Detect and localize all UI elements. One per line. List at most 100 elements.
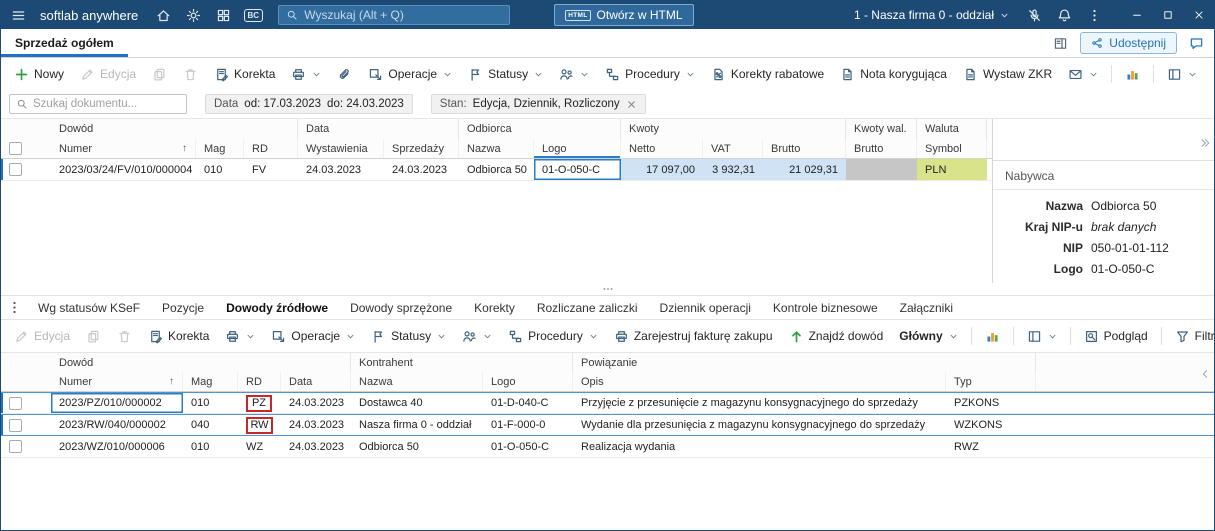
tabs-menu-button[interactable] (1, 296, 27, 319)
korekty-rabatowe-button[interactable]: Korekty rabatowe (704, 62, 831, 86)
cell-data[interactable]: 24.03.2023 (281, 415, 351, 435)
cell-typ[interactable]: RWZ (946, 436, 1036, 457)
cell-rd[interactable]: WZ (238, 436, 281, 457)
cell-opis[interactable]: Realizacja wydania (573, 436, 946, 457)
cell-data[interactable]: 24.03.2023 (281, 436, 351, 457)
layout-button[interactable] (1020, 324, 1064, 348)
mic-button[interactable] (1019, 1, 1049, 29)
col-vat[interactable]: VAT (703, 139, 763, 158)
group-waluta[interactable]: Waluta (917, 119, 987, 139)
col-symbol[interactable]: Symbol (917, 139, 987, 158)
col-nazwa[interactable]: Nazwa (459, 139, 534, 158)
attach-button[interactable] (330, 62, 359, 86)
copy-button[interactable] (79, 324, 108, 348)
col-mag[interactable]: Mag (196, 139, 244, 158)
cell-nazwa[interactable]: Dostawca 40 (351, 393, 483, 413)
cell-vat[interactable]: 3 932,31 (703, 159, 763, 180)
col-typ[interactable]: Typ (946, 372, 1036, 391)
tab-zalaczniki[interactable]: Załączniki (889, 296, 964, 319)
row-checkbox[interactable] (9, 163, 22, 176)
cell-nazwa[interactable]: Nasza firma 0 - oddział (351, 415, 483, 435)
notifications-button[interactable] (1049, 1, 1079, 29)
tab-kontrole-biznesowe[interactable]: Kontrole biznesowe (762, 296, 889, 319)
global-search-input[interactable] (304, 8, 503, 22)
cell-numer[interactable]: 2023/03/24/FV/010/000004 (51, 159, 196, 180)
group-dowod[interactable]: Dowód (51, 119, 298, 139)
copy-button[interactable] (145, 62, 174, 86)
cell-typ[interactable]: PZKONS (946, 393, 1036, 413)
group-kwoty-wal[interactable]: Kwoty wal. (846, 119, 917, 139)
alerts-button[interactable] (1206, 62, 1214, 86)
edycja-button[interactable]: Edycja (73, 62, 143, 86)
col-opis[interactable]: Opis (573, 372, 946, 391)
date-filter-chip[interactable]: Data od: 17.03.2023 do: 24.03.2023 (205, 94, 413, 114)
cell-rd[interactable]: FV (244, 159, 298, 180)
zarejestruj-fakture-button[interactable]: Zarejestruj fakturę zakupu (607, 324, 780, 348)
cell-numer-focused[interactable]: 2023/PZ/010/000002 (51, 393, 183, 413)
col-brutto[interactable]: Brutto (763, 139, 846, 158)
delete-button[interactable] (110, 324, 139, 348)
apps-button[interactable] (208, 1, 238, 29)
procedury-button[interactable]: Procedury (501, 324, 605, 348)
analysis-button[interactable] (1118, 62, 1147, 86)
col-netto[interactable]: Netto (621, 139, 703, 158)
korekta-button[interactable]: Korekta (141, 324, 216, 348)
col-rd[interactable]: RD (244, 139, 298, 158)
group-dowod[interactable]: Dowód (51, 353, 351, 372)
cell-logo[interactable]: 01-F-000-0 (483, 415, 573, 435)
tab-pozycje[interactable]: Pozycje (151, 296, 215, 319)
cell-rd[interactable]: RW (238, 415, 281, 435)
sales-row[interactable]: 2023/03/24/FV/010/000004 010 FV 24.03.20… (1, 159, 992, 181)
collapse-panel-button[interactable] (1199, 137, 1211, 149)
row-checkbox[interactable] (9, 440, 22, 453)
cell-opis[interactable]: Wydanie dla przesunięcia z magazynu kons… (573, 415, 946, 435)
operacje-button[interactable]: Operacje (264, 324, 362, 348)
layout-button[interactable] (1160, 62, 1204, 86)
statusy-button[interactable]: Statusy (461, 62, 550, 86)
cell-rd[interactable]: PZ (238, 393, 281, 413)
cell-nazwa[interactable]: Odbiorca 50 (459, 159, 534, 180)
cell-nazwa[interactable]: Odbiorca 50 (351, 436, 483, 457)
cell-netto[interactable]: 17 097,00 (621, 159, 703, 180)
more-button[interactable] (1079, 1, 1109, 29)
filtruj-button[interactable]: Filtruj (1168, 324, 1214, 348)
maximize-button[interactable] (1152, 1, 1183, 29)
col-logo[interactable]: Logo (534, 139, 621, 158)
nowy-button[interactable]: Nowy (7, 62, 71, 86)
cell-mag[interactable]: 010 (183, 436, 238, 457)
col-logo[interactable]: Logo (483, 372, 573, 391)
cell-sprzedazy[interactable]: 24.03.2023 (384, 159, 459, 180)
col-wystawienia[interactable]: Wystawienia (298, 139, 384, 158)
cell-numer[interactable]: 2023/RW/040/000002 (51, 415, 183, 435)
cell-mag[interactable]: 010 (196, 159, 244, 180)
cell-mag[interactable]: 010 (183, 393, 238, 413)
nota-korygujaca-button[interactable]: Nota korygująca (833, 62, 954, 86)
analysis-button[interactable] (978, 324, 1007, 348)
global-search[interactable] (278, 5, 511, 25)
cell-mag[interactable]: 040 (183, 415, 238, 435)
tab-korekty[interactable]: Korekty (463, 296, 526, 319)
statusy-button[interactable]: Statusy (364, 324, 453, 348)
share-button[interactable]: Udostępnij (1080, 32, 1177, 54)
cell-numer[interactable]: 2023/WZ/010/000006 (51, 436, 183, 457)
wystaw-zkr-button[interactable]: Wystaw ZKR (956, 62, 1059, 86)
edycja-button[interactable]: Edycja (7, 324, 77, 348)
tab-sprzedaz-ogolem[interactable]: Sprzedaż ogółem (1, 29, 128, 57)
relations-button[interactable] (552, 62, 596, 86)
tab-dowody-sprzezone[interactable]: Dowody sprzężone (339, 296, 463, 319)
print-button[interactable] (284, 62, 328, 86)
znajdz-dowod-button[interactable]: Znajdź dowód (782, 324, 891, 348)
print-button[interactable] (218, 324, 262, 348)
group-data[interactable]: Data (298, 119, 459, 139)
cell-brutto[interactable]: 21 029,31 (763, 159, 846, 180)
col-numer[interactable]: Numer ↑ (51, 139, 196, 158)
menu-button[interactable] (3, 1, 33, 29)
podglad-button[interactable]: Podgląd (1077, 324, 1155, 348)
cell-wystawienia[interactable]: 24.03.2023 (298, 159, 384, 180)
select-all-checkbox[interactable] (9, 142, 22, 155)
relations-button[interactable] (455, 324, 499, 348)
group-odbiorca[interactable]: Odbiorca (459, 119, 621, 139)
source-doc-row[interactable]: 2023/WZ/010/000006 010 WZ 24.03.2023 Odb… (1, 436, 1214, 458)
home-button[interactable] (148, 1, 178, 29)
group-kwoty[interactable]: Kwoty (621, 119, 846, 139)
